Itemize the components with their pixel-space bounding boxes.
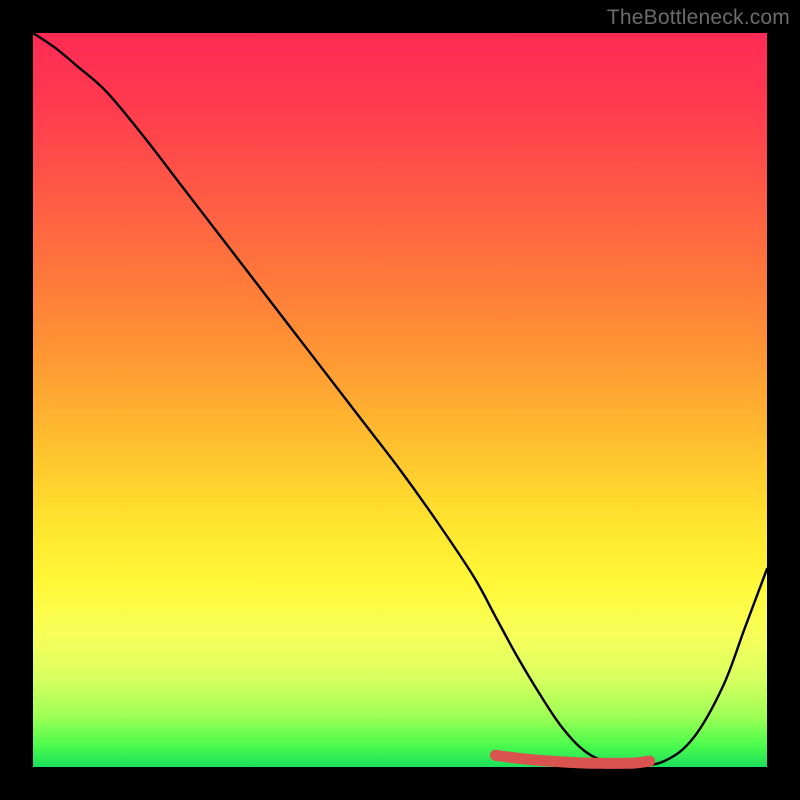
optimal-band: [495, 755, 649, 763]
bottleneck-curve: [33, 33, 767, 765]
plot-area: [33, 33, 767, 767]
chart-svg: [33, 33, 767, 767]
chart-frame: TheBottleneck.com: [0, 0, 800, 800]
watermark-text: TheBottleneck.com: [607, 6, 790, 30]
